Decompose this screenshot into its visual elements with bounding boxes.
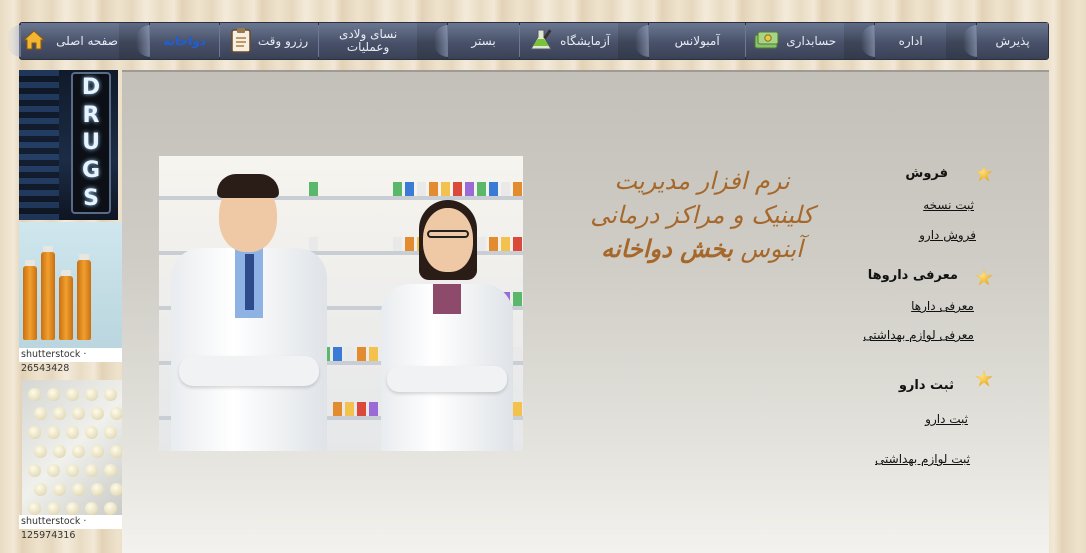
- nav-label: صفحه اصلی: [56, 33, 118, 48]
- headline-line-1: نرم افزار مدیریت: [614, 167, 790, 195]
- pill: [91, 445, 104, 458]
- pill: [28, 426, 41, 439]
- pill: [53, 407, 66, 420]
- headline-section: بخش دواخانه: [601, 234, 733, 263]
- headline-brand: آبنوس: [732, 235, 803, 263]
- nav-pharmacy[interactable]: دواخانه: [136, 23, 219, 59]
- shelf-product: [357, 347, 366, 361]
- left-image-column: DRUGS shutterstock · 26543428 shuttersto…: [19, 70, 122, 541]
- shelf-product: [345, 402, 354, 416]
- pill: [104, 502, 117, 515]
- shelf-product: [333, 347, 342, 361]
- star-icon: [975, 165, 993, 182]
- section-title-drugs-intro: معرفی داروها: [867, 268, 958, 283]
- pill: [28, 388, 41, 401]
- pill: [28, 464, 41, 477]
- nav-label: اداره: [898, 33, 923, 48]
- nav-accounting[interactable]: حسابداری: [732, 23, 845, 59]
- nav-administration[interactable]: اداره: [861, 23, 947, 59]
- pill: [104, 464, 117, 477]
- pill: [47, 388, 60, 401]
- pill: [85, 464, 98, 477]
- nav-label: نسای ولادی وعملیات: [338, 27, 398, 54]
- nav-appointments[interactable]: رزرو وقت: [205, 23, 319, 59]
- nav-ambulance[interactable]: آمبولانس: [635, 23, 746, 59]
- clipboard-icon: [230, 27, 252, 56]
- nav-reception[interactable]: پذیرش: [963, 23, 1048, 59]
- pill: [91, 407, 104, 420]
- pill: [34, 407, 47, 420]
- pill: [91, 483, 104, 496]
- drugs-sign-text: DRUGS: [71, 72, 111, 214]
- drugs-sign-image: DRUGS: [19, 70, 118, 220]
- pill: [66, 426, 79, 439]
- pill: [110, 445, 122, 458]
- pill: [47, 464, 60, 477]
- pill: [66, 388, 79, 401]
- pill: [47, 426, 60, 439]
- female-pharmacist: [377, 186, 517, 451]
- link-register-drug[interactable]: ثبت دارو: [896, 412, 968, 426]
- nav-label: بستر: [471, 33, 496, 48]
- headline-line-2: کلینیک و مراکز درمانی: [590, 201, 814, 229]
- home-icon: [22, 28, 46, 55]
- nav-label: دواخانه: [163, 33, 206, 48]
- headline-line-3: آبنوس بخش دواخانه: [542, 232, 862, 266]
- shelf-product: [333, 402, 342, 416]
- pill: [72, 483, 85, 496]
- nav-inpatient[interactable]: بستر: [434, 23, 519, 59]
- app-headline: نرم افزار مدیریت کلینیک و مراکز درمانی آ…: [542, 164, 862, 266]
- nav-label: آمبولانس: [674, 33, 720, 48]
- section-title-register: ثبت دارو: [898, 378, 954, 393]
- link-drugs-intro[interactable]: معرفی دارها: [890, 299, 974, 313]
- nav-label: حسابداری: [786, 33, 837, 48]
- nav-laboratory[interactable]: آزمایشگاه: [505, 23, 619, 59]
- nav-maternity-surgery[interactable]: نسای ولادی وعملیات: [305, 23, 418, 59]
- pill: [34, 445, 47, 458]
- pill: [72, 445, 85, 458]
- link-hygiene-products-intro[interactable]: معرفی لوازم بهداشتی: [860, 328, 974, 342]
- pill: [110, 407, 122, 420]
- shelf-product: [357, 402, 366, 416]
- nav-label: رزرو وقت: [257, 33, 309, 48]
- pill: [66, 464, 79, 477]
- section-title-sales: فروش: [905, 166, 948, 181]
- nav-label: آزمایشگاه: [560, 33, 610, 48]
- pill: [66, 502, 79, 515]
- shelf-product: [345, 347, 354, 361]
- pill: [53, 483, 66, 496]
- pill: [47, 502, 60, 515]
- pills-blister-image: [22, 380, 122, 520]
- star-icon: [975, 370, 993, 387]
- star-icon: [975, 269, 993, 286]
- male-pharmacist: [169, 166, 329, 451]
- nav-label: پذیرش: [995, 33, 1030, 48]
- pill: [28, 502, 41, 515]
- link-register-prescription[interactable]: ثبت نسخه: [902, 198, 974, 212]
- link-sell-drug[interactable]: فروش دارو: [894, 228, 976, 242]
- pill: [53, 445, 66, 458]
- pharmacists-photo: [159, 156, 523, 451]
- pill: [85, 426, 98, 439]
- flask-icon: [528, 28, 554, 55]
- pill: [104, 426, 117, 439]
- main-content: نرم افزار مدیریت کلینیک و مراکز درمانی آ…: [122, 70, 1049, 553]
- image-credit: shutterstock · 26543428: [19, 348, 122, 374]
- main-navbar: پذیرش اداره حسابداری آمبولانس آزمایشگاه: [6, 22, 1049, 60]
- pill: [110, 483, 122, 496]
- nav-home[interactable]: صفحه اصلی: [6, 23, 120, 59]
- pill: [72, 407, 85, 420]
- pill: [85, 388, 98, 401]
- pill: [85, 502, 98, 515]
- money-icon: [754, 29, 780, 54]
- pill: [34, 483, 47, 496]
- pill: [104, 388, 117, 401]
- medicine-bottles-image: shutterstock · 26543428: [19, 222, 122, 374]
- image-credit: shutterstock · 125974316: [19, 515, 122, 541]
- link-register-hygiene-products[interactable]: ثبت لوازم بهداشتی: [854, 452, 970, 466]
